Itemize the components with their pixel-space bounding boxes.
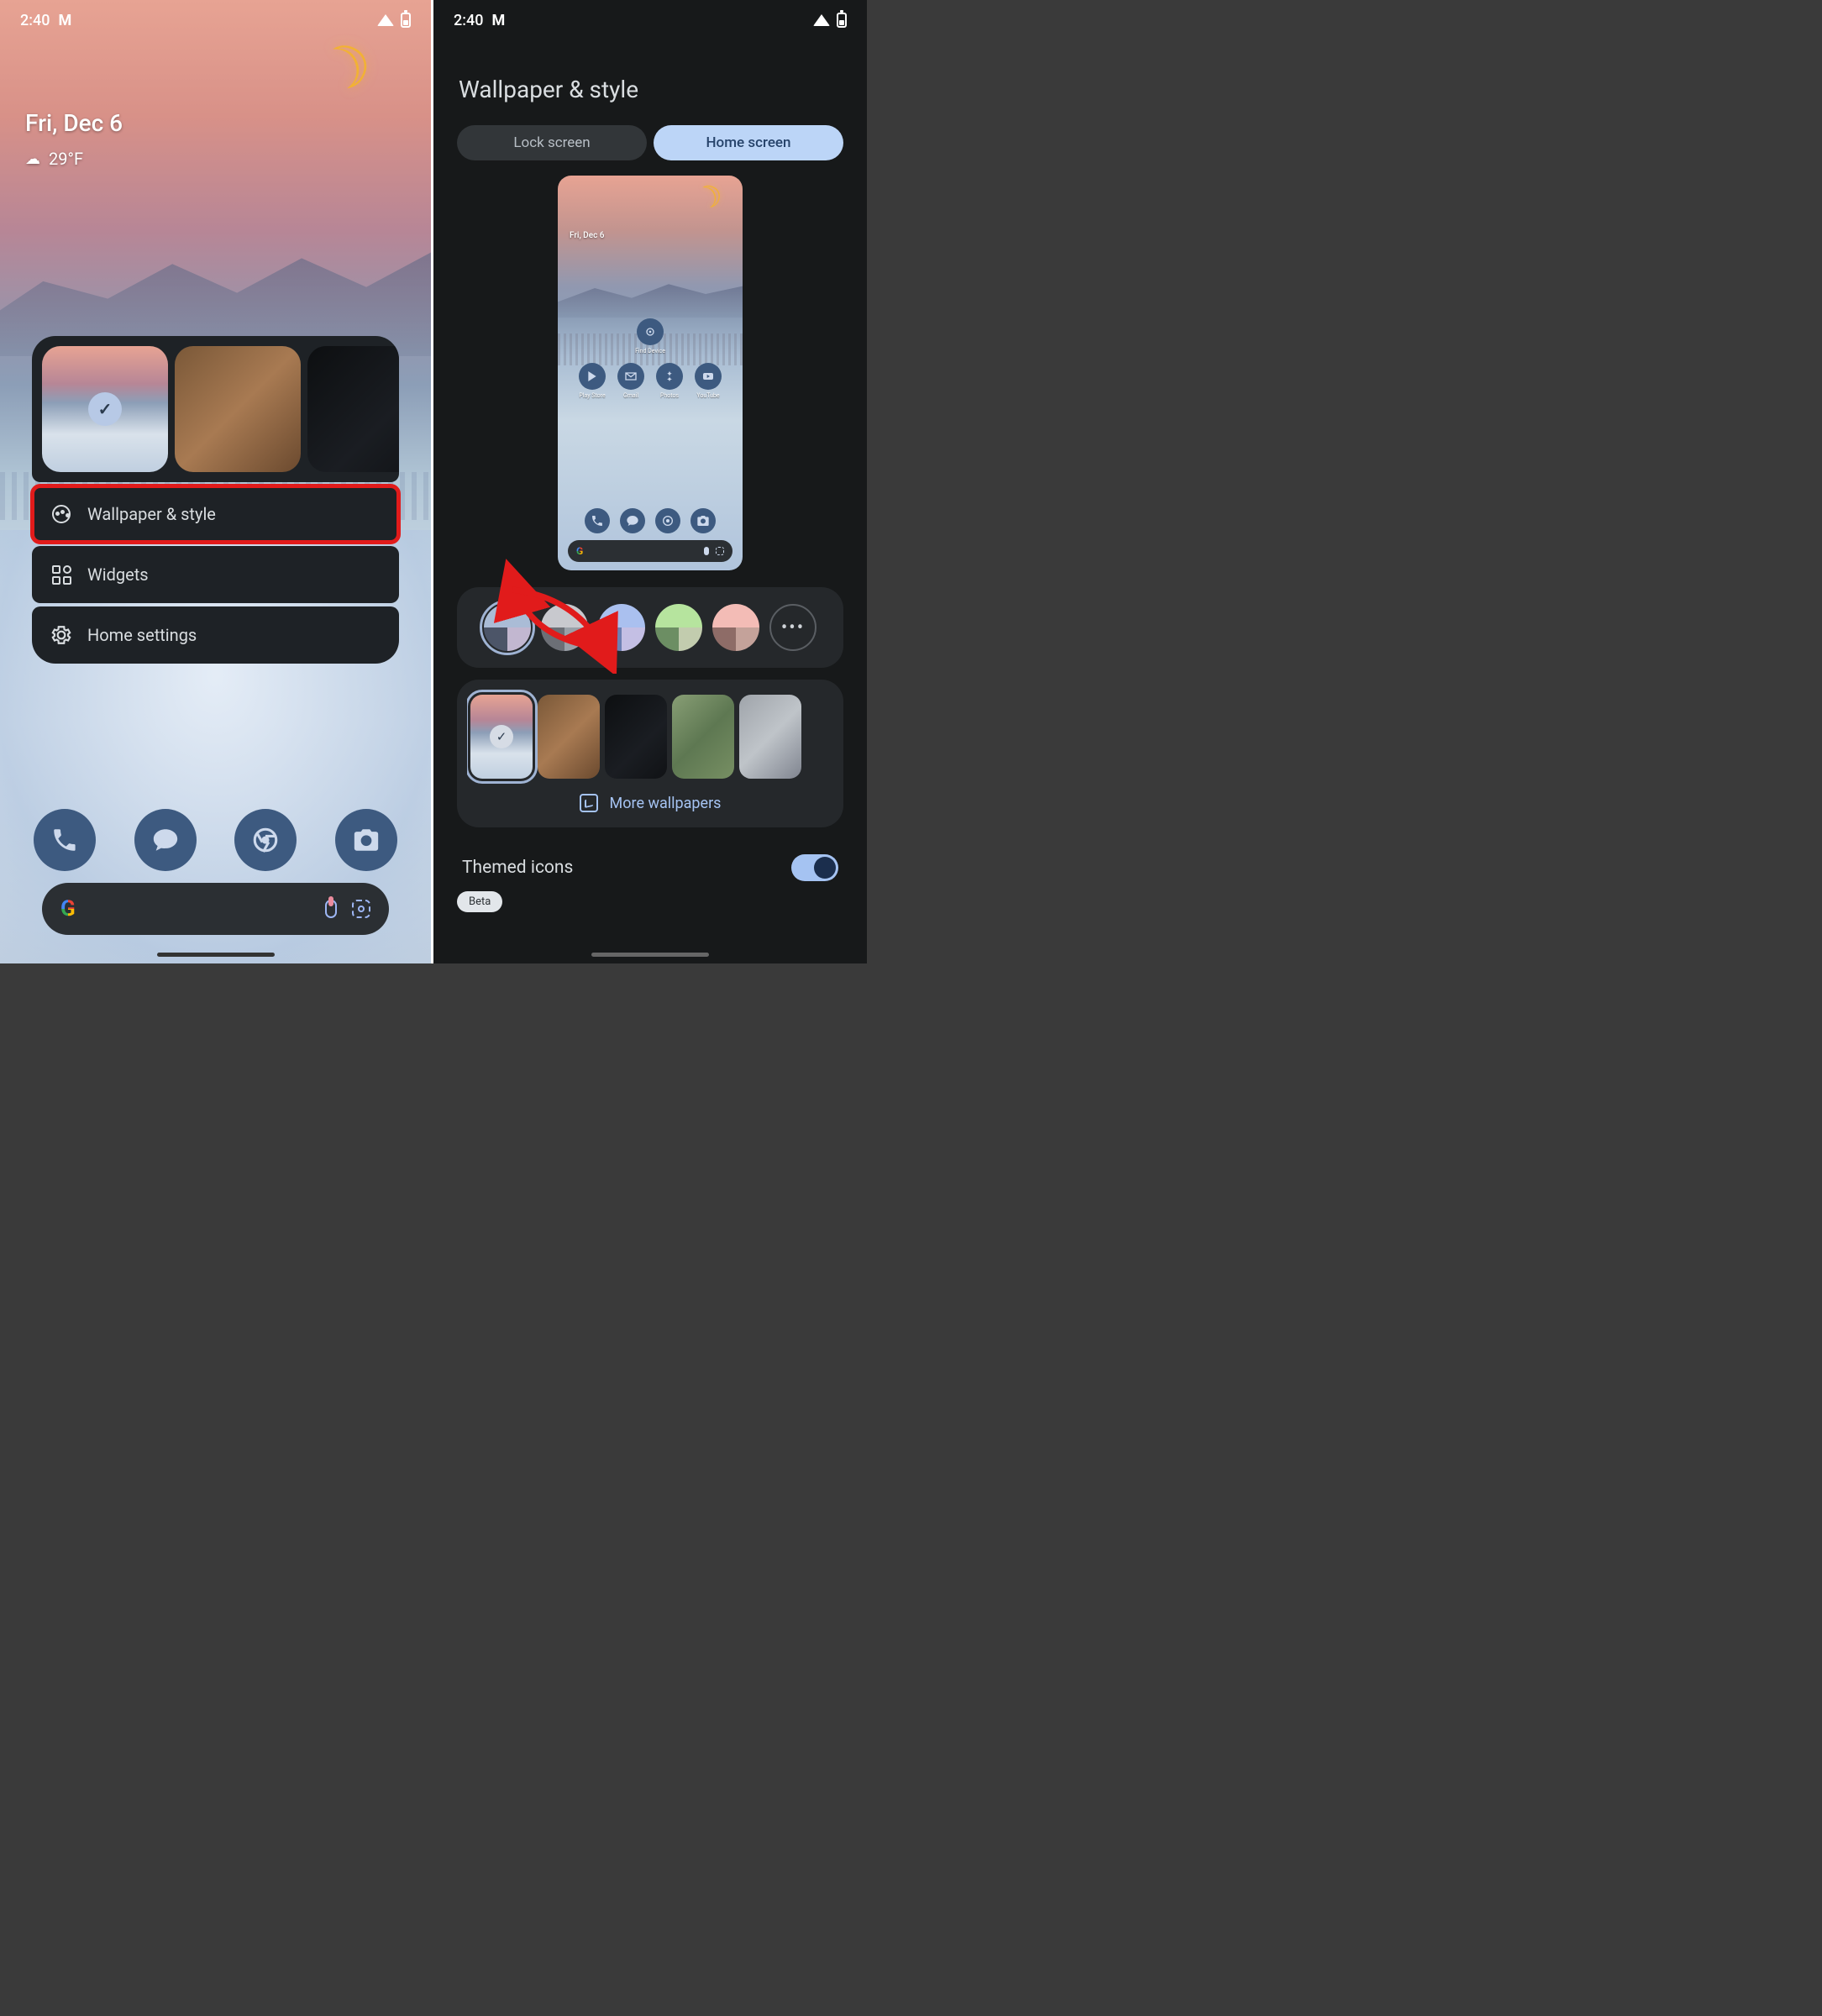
color-swatch[interactable] bbox=[598, 604, 645, 651]
preview-app-photos: Photos bbox=[656, 363, 683, 399]
tab-home-screen[interactable]: Home screen bbox=[654, 125, 843, 160]
wifi-icon bbox=[377, 14, 394, 26]
status-bar: 2:40 M bbox=[0, 0, 431, 40]
wallpaper-and-style-screen: 2:40 M Wallpaper & style Lock screen Hom… bbox=[433, 0, 867, 963]
color-swatch[interactable] bbox=[484, 604, 531, 651]
preview-mic-icon bbox=[704, 547, 709, 555]
wallpaper-option[interactable] bbox=[739, 695, 801, 779]
preview-lens-icon bbox=[716, 547, 724, 555]
screen-tabs: Lock screen Home screen bbox=[457, 125, 843, 160]
lens-icon[interactable] bbox=[352, 900, 370, 918]
cloud-icon: ☁ bbox=[25, 150, 40, 168]
wallpaper-panel: ✓ More wallpapers bbox=[457, 680, 843, 827]
wallpaper-option[interactable] bbox=[672, 695, 734, 779]
preview-app-find-device: Find Device bbox=[635, 318, 665, 354]
wallpaper-thumbnail-strip[interactable]: ✓ bbox=[32, 336, 399, 482]
home-settings-label: Home settings bbox=[87, 625, 197, 645]
beta-badge: Beta bbox=[457, 891, 502, 912]
themed-icons-toggle[interactable] bbox=[791, 854, 838, 881]
battery-icon bbox=[401, 13, 411, 28]
messages-app-icon[interactable] bbox=[134, 809, 197, 871]
preview-app-gmail: Gmail bbox=[617, 363, 644, 399]
chrome-app-icon[interactable] bbox=[234, 809, 297, 871]
color-swatch[interactable] bbox=[655, 604, 702, 651]
preview-date: Fri, Dec 6 bbox=[570, 231, 604, 240]
home-context-menu: ✓ Wallpaper & style Widgets Home setting… bbox=[32, 336, 399, 664]
color-swatch[interactable] bbox=[712, 604, 759, 651]
more-colors-button[interactable]: ••• bbox=[769, 604, 816, 651]
preview-messages-icon bbox=[620, 508, 645, 533]
home-settings-button[interactable]: Home settings bbox=[32, 606, 399, 664]
wallpaper-option[interactable] bbox=[538, 695, 600, 779]
wallpaper-thumb-selected[interactable]: ✓ bbox=[42, 346, 168, 472]
preview-chrome-icon bbox=[655, 508, 680, 533]
wallpaper-option-selected[interactable]: ✓ bbox=[470, 695, 533, 779]
color-swatch[interactable] bbox=[541, 604, 588, 651]
widgets-label: Widgets bbox=[87, 564, 149, 585]
tab-lock-screen[interactable]: Lock screen bbox=[457, 125, 647, 160]
preview-google-logo-icon: G bbox=[576, 545, 583, 557]
status-time: 2:40 bbox=[20, 12, 50, 29]
preview-dock bbox=[558, 508, 743, 533]
gmail-notification-icon: M bbox=[491, 12, 505, 29]
at-a-glance-widget[interactable]: Fri, Dec 6 ☁ 29°F bbox=[25, 109, 123, 169]
wifi-icon bbox=[813, 14, 830, 26]
wallpaper-thumb[interactable] bbox=[307, 346, 399, 472]
navigation-handle[interactable] bbox=[591, 953, 709, 957]
home-screen-with-context-menu: ☽ 2:40 M Fri, Dec 6 ☁ 29°F ✓ Wallpap bbox=[0, 0, 433, 963]
themed-icons-label: Themed icons bbox=[462, 858, 573, 878]
page-title: Wallpaper & style bbox=[459, 76, 843, 103]
more-wallpapers-button[interactable]: More wallpapers bbox=[467, 789, 833, 817]
gear-icon bbox=[50, 624, 72, 646]
check-icon: ✓ bbox=[490, 725, 513, 748]
wallpaper-and-style-button[interactable]: Wallpaper & style bbox=[32, 486, 399, 543]
google-search-bar[interactable]: G bbox=[42, 883, 389, 935]
home-screen-preview[interactable]: ☽ Fri, Dec 6 Find Device Play Store Gmai… bbox=[558, 176, 743, 570]
google-logo-icon: G bbox=[60, 896, 76, 921]
status-time: 2:40 bbox=[454, 12, 483, 29]
mic-icon[interactable] bbox=[325, 900, 337, 918]
status-bar: 2:40 M bbox=[433, 0, 867, 40]
more-wallpapers-label: More wallpapers bbox=[610, 795, 722, 812]
color-palette-panel: ••• bbox=[457, 587, 843, 668]
dock bbox=[34, 809, 397, 871]
preview-app-grid: Find Device Play Store Gmail Photos YouT… bbox=[558, 318, 743, 399]
palette-icon bbox=[52, 505, 71, 523]
preview-app-play-store: Play Store bbox=[579, 363, 606, 399]
battery-icon bbox=[837, 13, 847, 28]
themed-icons-row: Themed icons bbox=[457, 839, 843, 888]
camera-app-icon[interactable] bbox=[335, 809, 397, 871]
wallpaper-option[interactable] bbox=[605, 695, 667, 779]
phone-app-icon[interactable] bbox=[34, 809, 96, 871]
wallpaper-style-label: Wallpaper & style bbox=[87, 504, 216, 524]
wallpaper-thumb[interactable] bbox=[175, 346, 301, 472]
color-swatches: ••• bbox=[467, 597, 833, 658]
preview-app-youtube: YouTube bbox=[695, 363, 722, 399]
date-label: Fri, Dec 6 bbox=[25, 109, 123, 137]
preview-camera-icon bbox=[690, 508, 716, 533]
preview-phone-icon bbox=[585, 508, 610, 533]
widgets-icon bbox=[52, 565, 71, 585]
preview-search-bar: G bbox=[568, 540, 732, 562]
widgets-button[interactable]: Widgets bbox=[32, 546, 399, 603]
gmail-notification-icon: M bbox=[58, 12, 71, 29]
temperature-label: 29°F bbox=[49, 149, 83, 169]
navigation-handle[interactable] bbox=[157, 953, 275, 957]
wallpaper-picker-icon bbox=[580, 794, 598, 812]
selected-check-icon: ✓ bbox=[88, 392, 122, 426]
